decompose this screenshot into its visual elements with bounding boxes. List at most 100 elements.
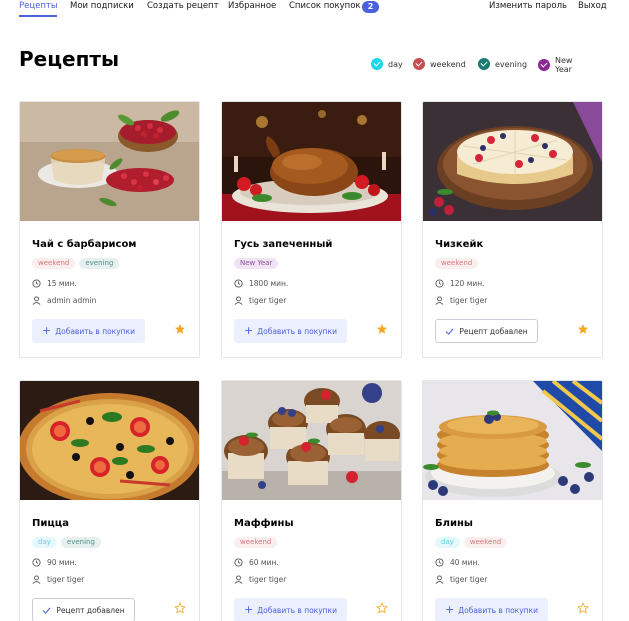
recipe-card: Пицца day evening 90 мин. tiger tiger Ре… [19, 380, 200, 621]
top-navigation: Рецепты Мои подписки Создать рецепт Избр… [0, 0, 629, 20]
favorite-star-icon[interactable] [174, 323, 186, 335]
user-icon [435, 296, 444, 305]
recipe-card: Гусь запеченный New Year 1800 мин. tiger… [221, 101, 402, 358]
author-name[interactable]: tiger tiger [450, 296, 487, 305]
recipe-tags: day evening [32, 537, 101, 548]
nav-link-create-recipe[interactable]: Создать рецепт [147, 1, 219, 11]
recipe-cooking-time: 1800 мин. [234, 279, 288, 288]
user-icon [32, 575, 41, 584]
clock-icon [32, 558, 41, 567]
add-to-shopping-button[interactable]: + Добавить в покупки [32, 319, 145, 343]
favorite-star-outline-icon[interactable] [577, 602, 589, 614]
author-name[interactable]: admin admin [47, 296, 96, 305]
author-name[interactable]: tiger tiger [249, 575, 286, 584]
recipe-tags: day weekend [435, 537, 508, 548]
recipe-title[interactable]: Гусь запеченный [234, 239, 332, 250]
shopping-list-count-badge: 2 [362, 1, 379, 13]
filter-check-icon [371, 58, 383, 70]
recipe-author: tiger tiger [234, 575, 286, 584]
button-label: Добавить в покупки [257, 605, 337, 615]
user-icon [234, 575, 243, 584]
favorite-star-outline-icon[interactable] [174, 602, 186, 614]
recipe-image-pancakes[interactable] [423, 381, 602, 500]
filter-weekend[interactable]: weekend [413, 57, 466, 71]
recipe-title[interactable]: Маффины [234, 518, 294, 529]
filter-label: evening [495, 59, 528, 69]
author-name[interactable]: tiger tiger [450, 575, 487, 584]
recipe-author: admin admin [32, 296, 96, 305]
add-to-shopping-button[interactable]: + Добавить в покупки [435, 598, 548, 621]
user-icon [234, 296, 243, 305]
recipe-added-button[interactable]: Рецепт добавлен [435, 319, 538, 343]
clock-icon [32, 279, 41, 288]
tag-weekend: weekend [435, 258, 479, 269]
tag-evening: evening [79, 258, 120, 269]
clock-icon [234, 558, 243, 567]
filter-label: New Year [555, 56, 573, 74]
recipe-tags: weekend [435, 258, 479, 269]
filter-evening[interactable]: evening [478, 57, 527, 71]
recipe-image-pizza[interactable] [20, 381, 199, 500]
button-label: Добавить в покупки [257, 326, 337, 336]
recipe-author: tiger tiger [435, 575, 487, 584]
tag-weekend: weekend [463, 537, 508, 548]
tag-new-year: New Year [234, 258, 279, 269]
recipe-tags: weekend [234, 537, 278, 548]
filter-day[interactable]: day [371, 57, 403, 71]
recipe-cooking-time: 90 мин. [32, 558, 77, 567]
recipe-title[interactable]: Чай с барбарисом [32, 239, 136, 250]
recipe-card: Чай с барбарисом weekend evening 15 мин.… [19, 101, 200, 358]
recipe-author: tiger tiger [435, 296, 487, 305]
clock-icon [435, 279, 444, 288]
recipe-title[interactable]: Пицца [32, 518, 69, 529]
recipe-author: tiger tiger [32, 575, 84, 584]
recipe-title[interactable]: Блины [435, 518, 473, 529]
cooking-time-value: 90 мин. [47, 558, 77, 567]
filter-label: weekend [430, 59, 466, 69]
author-name[interactable]: tiger tiger [249, 296, 286, 305]
plus-icon: + [445, 603, 455, 616]
change-password-link[interactable]: Изменить пароль [489, 1, 567, 11]
nav-link-subscriptions[interactable]: Мои подписки [70, 1, 134, 11]
add-to-shopping-button[interactable]: + Добавить в покупки [234, 598, 347, 621]
plus-icon: + [244, 603, 254, 616]
cooking-time-value: 1800 мин. [249, 279, 289, 288]
clock-icon [435, 558, 444, 567]
recipe-card: Маффины weekend 60 мин. tiger tiger + До… [221, 380, 402, 621]
recipe-image-cheesecake[interactable] [423, 102, 602, 221]
check-icon [446, 328, 454, 335]
recipe-tags: weekend evening [32, 258, 120, 269]
favorite-star-icon[interactable] [376, 323, 388, 335]
favorite-star-outline-icon[interactable] [376, 602, 388, 614]
recipe-cooking-time: 15 мин. [32, 279, 77, 288]
clock-icon [234, 279, 243, 288]
nav-link-recipes[interactable]: Рецепты [19, 1, 58, 11]
recipe-image-muffins[interactable] [222, 381, 401, 500]
recipe-cooking-time: 40 мин. [435, 558, 480, 567]
button-label: Добавить в покупки [458, 605, 538, 615]
filter-new-year[interactable]: New Year [538, 56, 581, 74]
add-to-shopping-button[interactable]: + Добавить в покупки [234, 319, 347, 343]
author-name[interactable]: tiger tiger [47, 575, 84, 584]
nav-link-favorites[interactable]: Избранное [228, 1, 276, 11]
check-icon [43, 607, 51, 614]
tag-day: day [32, 537, 57, 548]
recipe-image-goose[interactable] [222, 102, 401, 221]
filter-check-icon [478, 58, 490, 70]
plus-icon: + [42, 324, 52, 337]
page-title: Рецепты [19, 47, 120, 71]
recipe-cooking-time: 120 мин. [435, 279, 485, 288]
filter-check-icon [413, 58, 425, 70]
tag-weekend: weekend [32, 258, 76, 269]
nav-link-shopping-list[interactable]: Список покупок [289, 1, 361, 11]
tag-day: day [435, 537, 460, 548]
favorite-star-icon[interactable] [577, 323, 589, 335]
recipe-title[interactable]: Чизкейк [435, 239, 483, 250]
recipe-image-tea[interactable] [20, 102, 199, 221]
button-label: Рецепт добавлен [459, 326, 528, 336]
plus-icon: + [244, 324, 254, 337]
tag-weekend: weekend [234, 537, 278, 548]
recipe-card: Чизкейк weekend 120 мин. tiger tiger Рец… [422, 101, 603, 358]
logout-link[interactable]: Выход [578, 1, 607, 11]
recipe-added-button[interactable]: Рецепт добавлен [32, 598, 135, 621]
